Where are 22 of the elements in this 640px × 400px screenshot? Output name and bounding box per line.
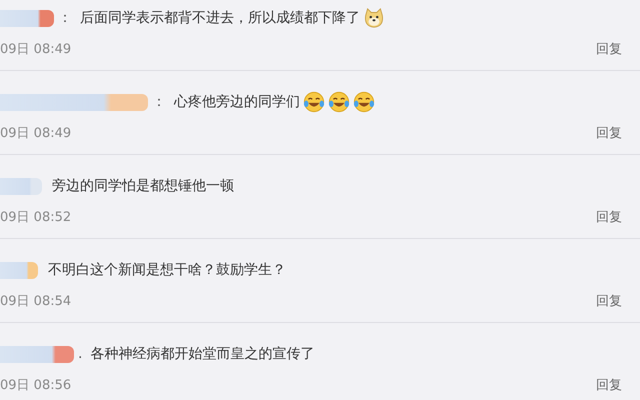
laughing-crying-emoji-icon xyxy=(353,91,375,113)
comment-text: 心疼他旁边的同学们 xyxy=(174,93,300,111)
comment-text: 各种神经病都开始堂而皇之的宣传了 xyxy=(90,345,314,363)
laughing-crying-emoji-icon xyxy=(303,91,325,113)
comment-time: 09日 08:49 xyxy=(0,125,72,142)
comment-text: 不明白这个新闻是想干啥？鼓励学生？ xyxy=(48,261,286,279)
reply-link[interactable]: 回复 xyxy=(596,40,622,58)
reply-link[interactable]: 回复 xyxy=(596,208,622,226)
separator: . xyxy=(78,346,82,362)
reply-link[interactable]: 回复 xyxy=(596,376,622,394)
reply-link[interactable]: 回复 xyxy=(596,124,622,142)
comment-time: 09日 08:49 xyxy=(0,41,72,58)
comment-text: 后面同学表示都背不进去，所以成绩都下降了 xyxy=(80,9,360,27)
comment-time: 09日 08:54 xyxy=(0,293,72,310)
laughing-crying-emoji-icon xyxy=(328,91,350,113)
dog-emoji-icon xyxy=(363,7,385,29)
separator: ： xyxy=(152,93,166,111)
comment-time: 09日 08:56 xyxy=(0,377,72,394)
separator: ： xyxy=(58,9,72,27)
comment-text: 旁边的同学怕是都想锤他一顿 xyxy=(52,177,234,195)
reply-link[interactable]: 回复 xyxy=(596,292,622,310)
comment-time: 09日 08:52 xyxy=(0,209,72,226)
